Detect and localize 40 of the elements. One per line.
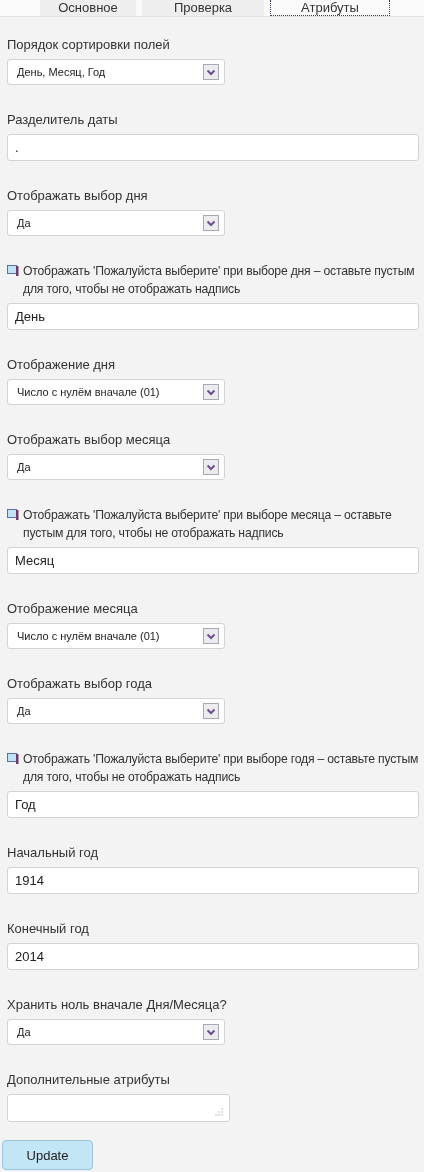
dropdown[interactable]: Да [7,210,225,236]
dropdown[interactable]: Да [7,1019,225,1045]
dropdown[interactable]: Число с нулём вначале (01) [7,379,225,405]
field-label: Отображать выбор года [7,675,153,693]
resize-grip-icon [215,1108,223,1116]
field-label: Отображение месяца [7,600,138,618]
chevron-down-icon [203,1024,219,1040]
dropdown[interactable]: Число с нулём вначале (01) [7,623,225,649]
input-field[interactable]: День [7,303,419,330]
chevron-down-icon [203,459,219,475]
chevron-down-icon [203,703,219,719]
field-label: Отображать выбор дня [7,187,148,205]
input-field[interactable]: Месяц [7,547,419,574]
chevron-down-icon [203,384,219,400]
chevron-down-icon [203,64,219,80]
tab[interactable]: Основное [40,0,136,16]
tab[interactable]: Проверка [142,0,264,16]
chevron-down-icon [203,215,219,231]
tab[interactable]: Атрибуты [270,0,390,16]
dropdown[interactable]: Да [7,698,225,724]
field-label: Дополнительные атрибуты [7,1071,170,1089]
field-label: Хранить ноль вначале Дня/Месяца? [7,996,227,1014]
field-label: Отображение дня [7,356,116,374]
input-field[interactable]: . [7,134,419,161]
field-label: Разделитель даты [7,111,118,129]
dropdown[interactable]: Да [7,454,225,480]
field-label: Начальный год [7,844,99,862]
input-field[interactable]: 1914 [7,867,419,894]
field-label: Порядок сортировки полей [7,36,170,54]
update-button[interactable]: Update [2,1140,93,1170]
field-label: Отображать выбор месяца [7,431,171,449]
input-field[interactable]: 2014 [7,943,419,970]
field-label: Конечный год [7,920,89,938]
field-label: Отображать 'Пожалуйста выберите' при выборе месяца – оставьте пустым для того, чтобы не отображать надпись [23,507,393,542]
input-field[interactable]: Год [7,791,419,818]
text-area[interactable] [7,1094,230,1122]
dropdown[interactable]: День, Месяц, Год [7,59,225,85]
field-label: Отображать 'Пожалуйста выберите' при выборе годя – оставьте пустым для того, чтобы не отображать надпись [23,751,419,786]
field-label: Отображать 'Пожалуйста выберите' при выборе дня – оставьте пустым для того, чтобы не отображать надпись [23,263,416,298]
chevron-down-icon [203,628,219,644]
